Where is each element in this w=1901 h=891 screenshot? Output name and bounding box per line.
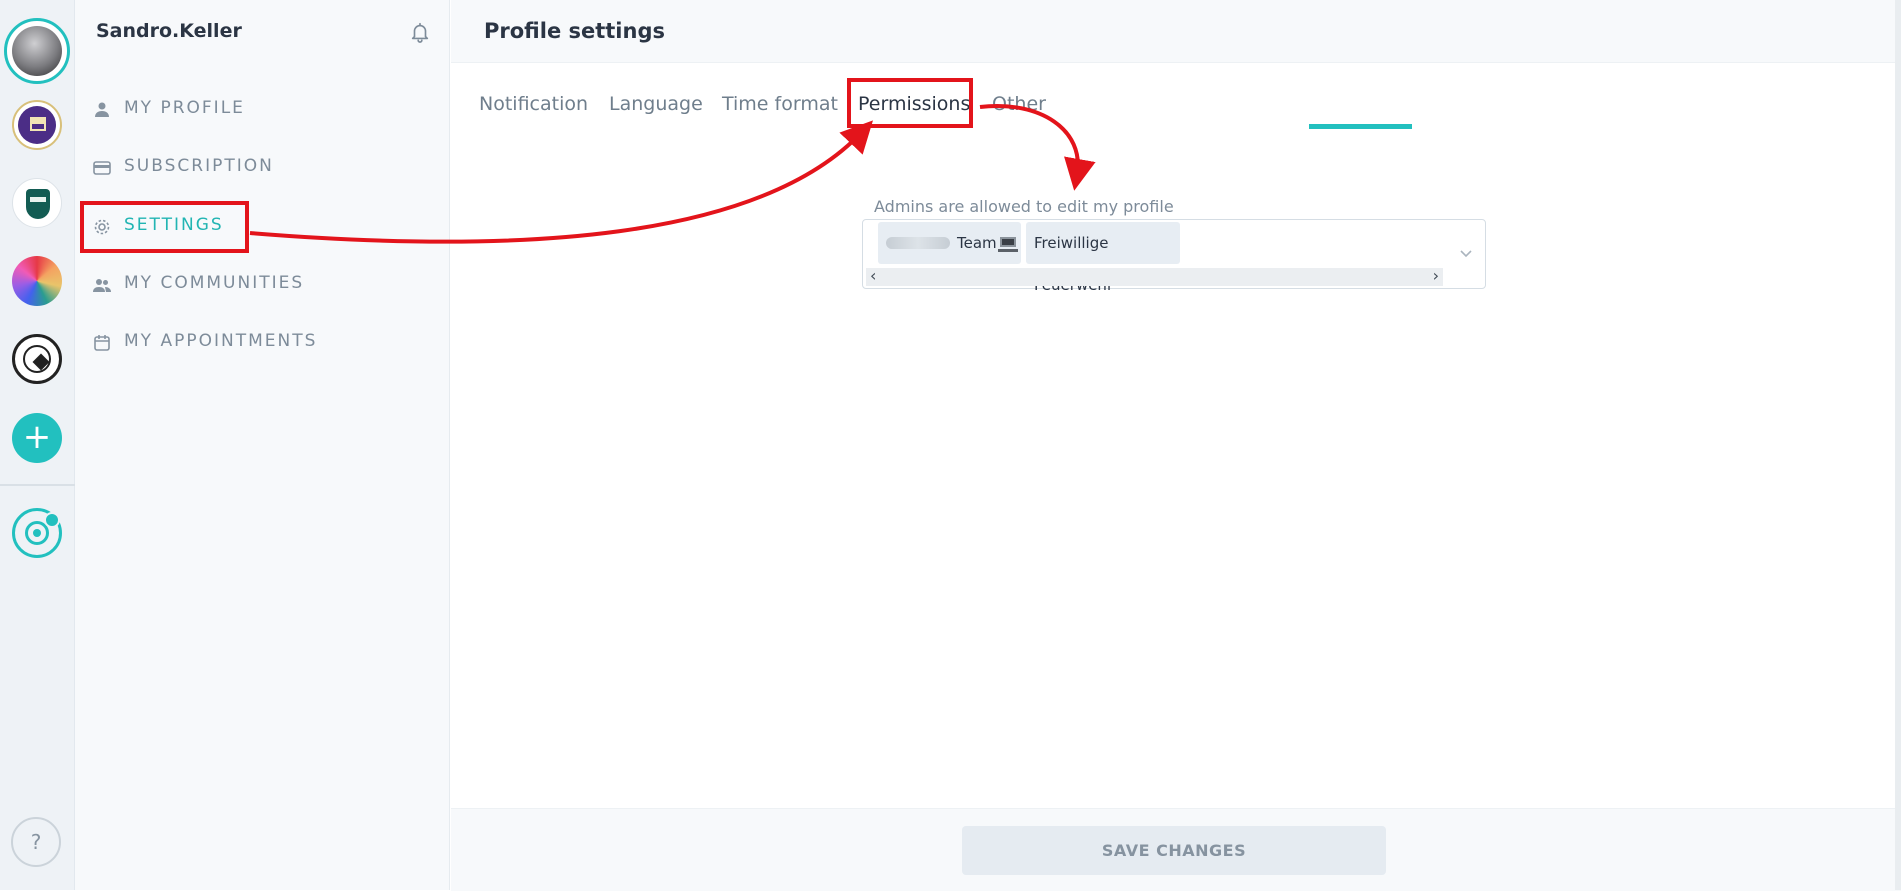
scroll-left-icon[interactable]: ‹: [870, 266, 876, 285]
main-header: Profile settings: [451, 0, 1901, 63]
active-tab-indicator: [1309, 124, 1412, 129]
calendar-icon: [94, 335, 110, 351]
sidebar-item-label: MY COMMUNITIES: [124, 273, 305, 293]
username: Sandro.Keller: [96, 20, 242, 42]
sidebar-item-label: MY PROFILE: [124, 98, 245, 118]
save-changes-button[interactable]: SAVE CHANGES: [962, 826, 1386, 875]
sidebar-item-my-profile[interactable]: MY PROFILE: [75, 90, 449, 130]
horizontal-scrollbar[interactable]: ‹ ›: [866, 266, 1443, 286]
admins-permission-label: Admins are allowed to edit my profile: [874, 197, 1174, 216]
redacted-text: [886, 237, 950, 249]
sidebar-item-subscription[interactable]: SUBSCRIPTION: [75, 148, 449, 188]
page-scrollbar[interactable]: [1895, 0, 1901, 890]
community-avatar-university[interactable]: [12, 100, 62, 150]
settings-tabs: Notification Language Time format Permis…: [451, 62, 1901, 132]
admins-permission-select[interactable]: Team Freiwillige Feuerwehr ‹ ›: [862, 219, 1486, 294]
selected-chip[interactable]: Team: [878, 222, 1021, 264]
laptop-icon: [998, 237, 1018, 252]
people-icon: [93, 279, 111, 292]
community-rail: + ?: [0, 0, 75, 890]
add-community-button[interactable]: +: [12, 413, 62, 463]
page-title: Profile settings: [484, 19, 665, 43]
community-avatar-shield[interactable]: [12, 178, 62, 228]
footer-bar: SAVE CHANGES: [451, 808, 1901, 891]
selected-chip[interactable]: Freiwillige Feuerwehr: [1026, 222, 1180, 294]
sidebar-header: Sandro.Keller: [75, 0, 449, 62]
annotation-box-permissions: [847, 78, 973, 128]
sidebar-item-my-appointments[interactable]: MY APPOINTMENTS: [75, 323, 449, 363]
sidebar-item-my-communities[interactable]: MY COMMUNITIES: [75, 265, 449, 305]
rail-divider: [0, 484, 75, 486]
tab-other[interactable]: Other: [992, 93, 1046, 115]
help-button[interactable]: ?: [11, 817, 61, 867]
community-avatar-fire[interactable]: [12, 334, 62, 384]
scroll-right-icon[interactable]: ›: [1433, 266, 1439, 285]
chevron-down-icon[interactable]: [1459, 246, 1473, 260]
sidebar-item-label: MY APPOINTMENTS: [124, 331, 318, 351]
user-avatar[interactable]: [4, 18, 70, 84]
chip-label: Team: [957, 234, 997, 252]
person-icon: [95, 102, 109, 117]
tab-notification[interactable]: Notification: [479, 93, 588, 115]
discover-button[interactable]: [12, 508, 62, 558]
profile-sidebar: Sandro.Keller MY PROFILE SUBSCRIPTION SE…: [75, 0, 450, 890]
community-avatar-colorful[interactable]: [12, 256, 62, 306]
annotation-box-settings: [80, 201, 249, 253]
tab-language[interactable]: Language: [609, 93, 703, 115]
sidebar-item-label: SUBSCRIPTION: [124, 156, 274, 176]
notification-dot: [44, 512, 60, 528]
credit-card-icon: [93, 161, 111, 175]
bell-icon[interactable]: [409, 20, 431, 44]
tab-time-format[interactable]: Time format: [722, 93, 838, 115]
chip-label: Freiwillige Feuerwehr: [1034, 234, 1113, 294]
